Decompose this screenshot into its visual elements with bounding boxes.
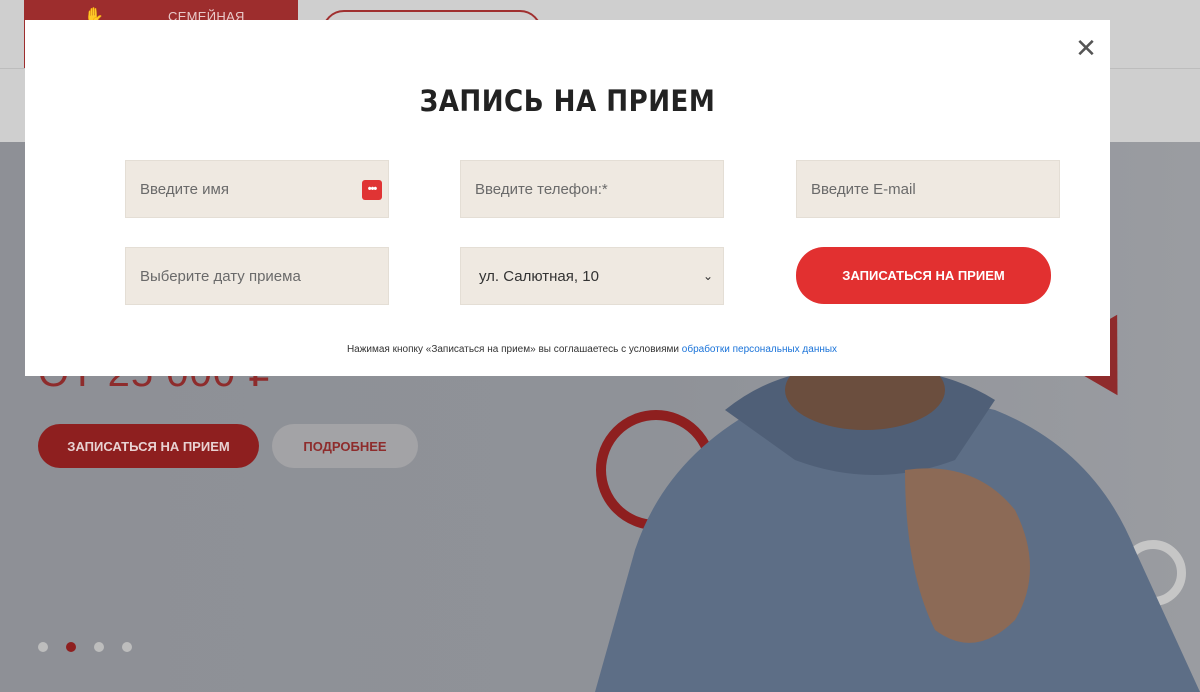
name-field[interactable]: Введите имя ••• — [125, 160, 389, 218]
clinic-select[interactable]: ул. Салютная, 10 ⌄ — [460, 247, 724, 305]
email-placeholder: Введите E-mail — [811, 180, 916, 198]
slider-dot[interactable] — [122, 642, 132, 652]
email-field[interactable]: Введите E-mail — [796, 160, 1060, 218]
phone-placeholder: Введите телефон:* — [475, 180, 608, 198]
hero-details-button[interactable]: ПОДРОБНЕЕ — [272, 424, 418, 468]
slider-dot-active[interactable] — [66, 642, 76, 652]
clinic-selected-value: ул. Салютная, 10 — [479, 267, 599, 285]
date-field[interactable]: Выберите дату приема — [125, 247, 389, 305]
hero-person-image — [595, 370, 1200, 692]
modal-title: ЗАПИСЬ НА ПРИЕМ — [419, 84, 716, 118]
appointment-modal: ЗАПИСЬ НА ПРИЕМ Введите имя ••• Введите … — [25, 20, 1110, 376]
submit-appointment-button[interactable]: ЗАПИСАТЬСЯ НА ПРИЕМ — [796, 247, 1051, 304]
close-icon[interactable]: ✕ — [1074, 35, 1098, 61]
hero-book-appointment-button[interactable]: ЗАПИСАТЬСЯ НА ПРИЕМ — [38, 424, 259, 468]
consent-text: Нажимая кнопку «Записаться на прием» вы … — [25, 344, 1159, 355]
password-manager-icon[interactable]: ••• — [362, 180, 382, 200]
date-placeholder: Выберите дату приема — [140, 267, 301, 285]
name-placeholder: Введите имя — [140, 180, 229, 198]
slider-dot[interactable] — [38, 642, 48, 652]
privacy-policy-link[interactable]: обработки персональных данных — [682, 344, 837, 355]
consent-label: Нажимая кнопку «Записаться на прием» вы … — [346, 344, 680, 355]
slider-pagination — [38, 642, 132, 652]
chevron-down-icon: ⌄ — [702, 269, 713, 283]
slider-dot[interactable] — [94, 642, 104, 652]
phone-field[interactable]: Введите телефон:* — [460, 160, 724, 218]
